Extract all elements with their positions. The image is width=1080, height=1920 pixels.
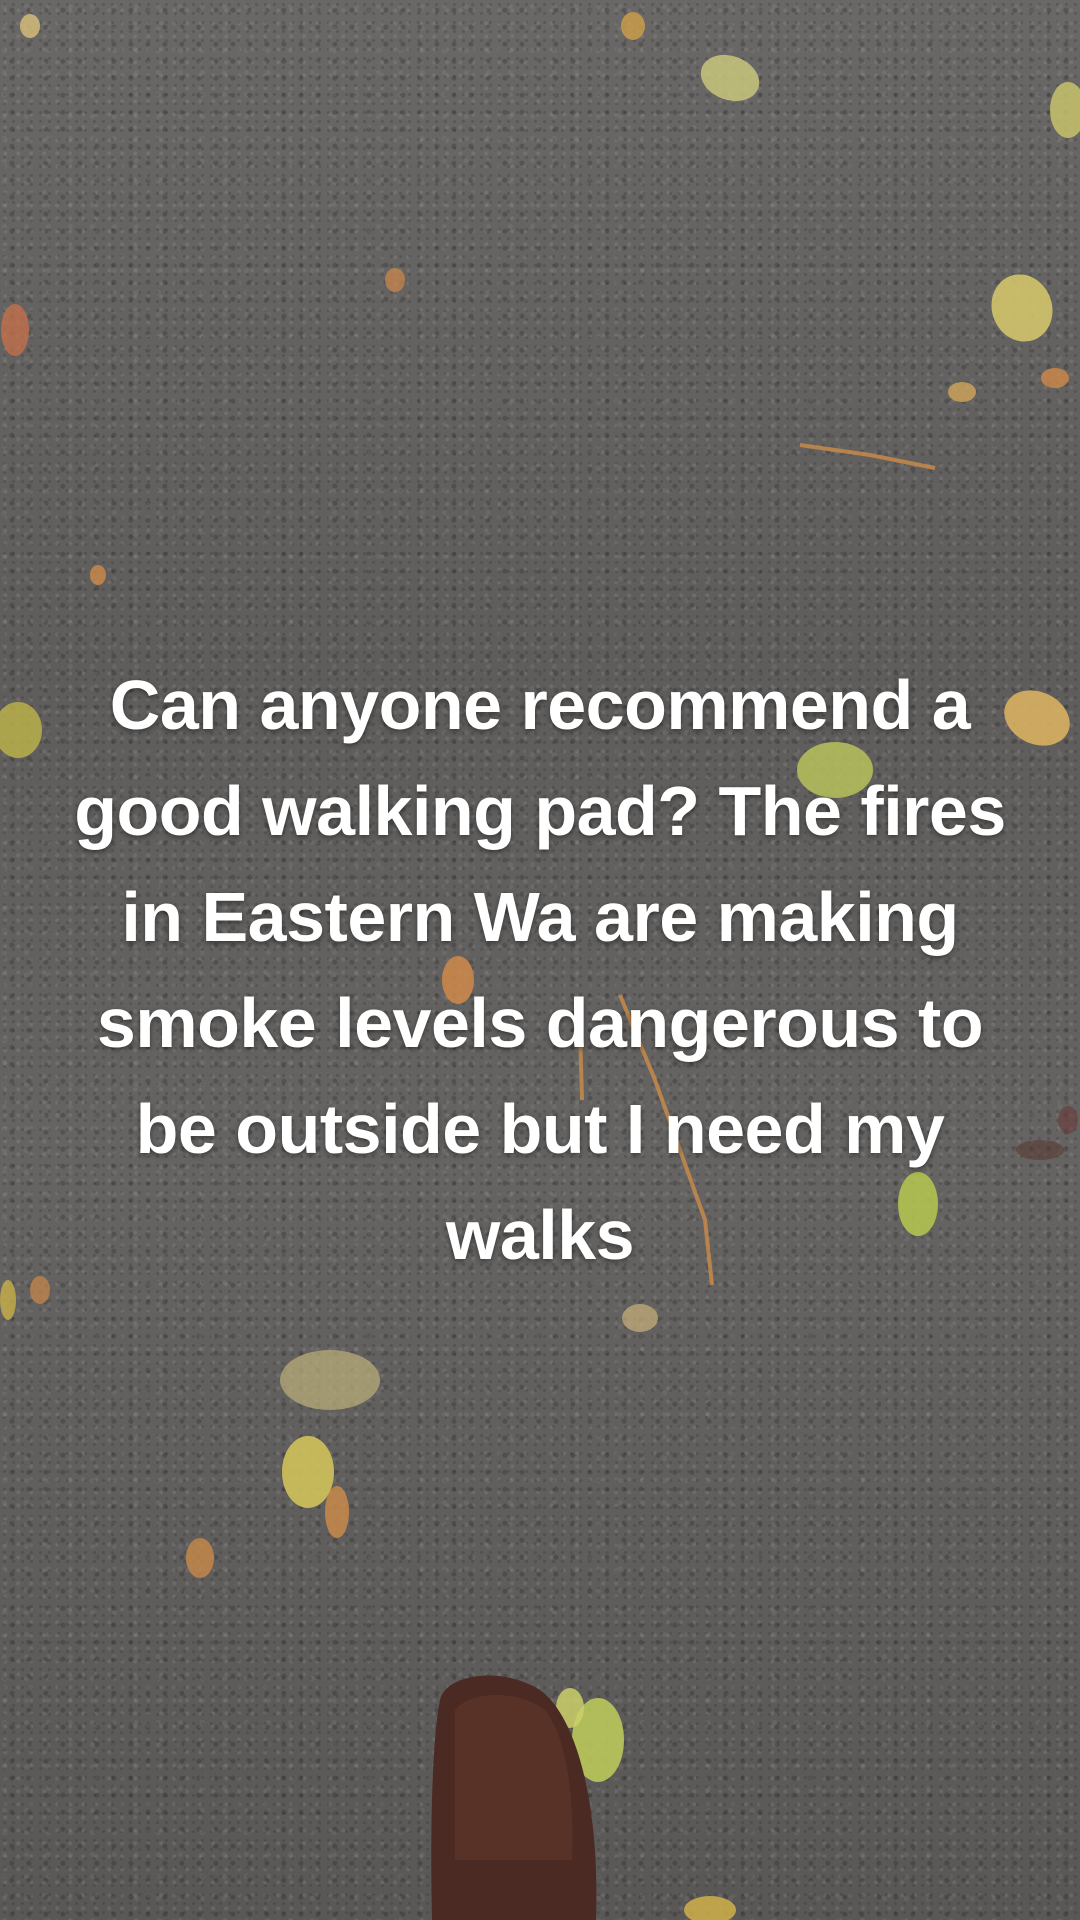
video-caption: Can anyone recommend a good walking pad?…: [74, 666, 1006, 1274]
leaf: [280, 1350, 380, 1410]
leaf: [684, 1896, 736, 1920]
leaf: [1050, 82, 1080, 138]
leaf: [621, 12, 645, 40]
leaf: [1, 304, 29, 356]
leaf: [948, 382, 976, 402]
leaf: [1058, 1106, 1078, 1134]
leaf: [186, 1538, 214, 1578]
leaf: [0, 1280, 16, 1320]
video-frame: Can anyone recommend a good walking pad?…: [0, 0, 1080, 1920]
leaf: [0, 702, 42, 758]
leaf: [20, 14, 40, 38]
leaf: [30, 1276, 50, 1304]
leaf: [991, 274, 1053, 342]
leaf: [385, 268, 405, 292]
leaf: [282, 1436, 334, 1508]
leaf: [325, 1486, 349, 1538]
leaf: [90, 565, 106, 585]
leaf: [1016, 1140, 1064, 1160]
leaf: [1041, 368, 1069, 388]
leaf: [700, 54, 760, 102]
leaf: [622, 1304, 658, 1332]
